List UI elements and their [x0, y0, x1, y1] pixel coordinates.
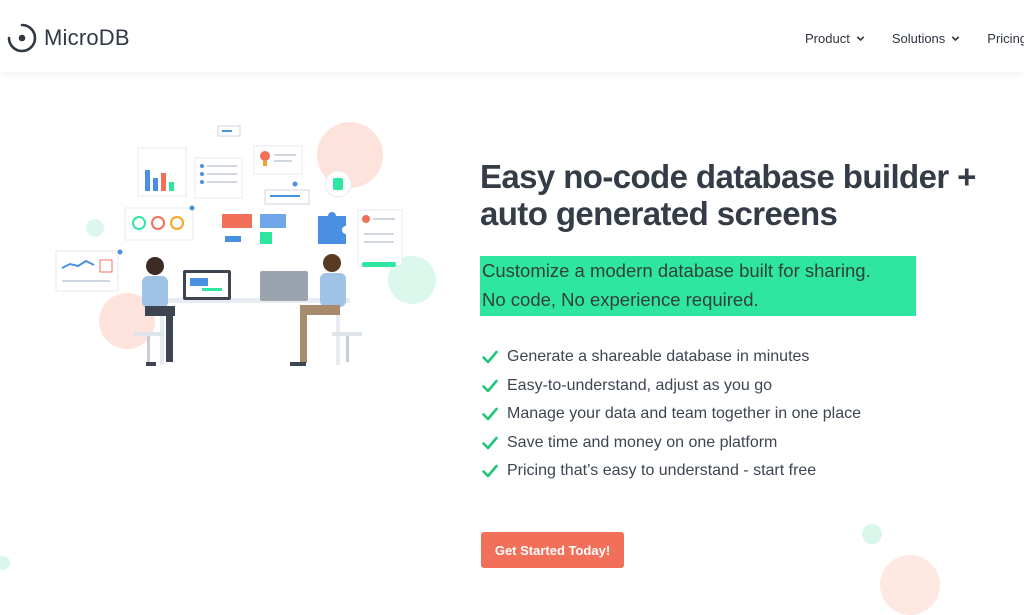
- decorative-circle: [880, 555, 940, 615]
- main-nav: Product Solutions Pricing: [805, 31, 1024, 46]
- hero-title: Easy no-code database builder + auto gen…: [480, 158, 1000, 232]
- highlight-line-2: No code, No experience required.: [482, 289, 759, 310]
- check-icon: [482, 436, 498, 450]
- feature-item: Manage your data and team together in on…: [482, 400, 861, 429]
- nav-solutions-label: Solutions: [891, 31, 946, 46]
- hero-title-line-2: auto generated screens: [480, 195, 838, 232]
- hero-highlight-text: Customize a modern database built for sh…: [480, 256, 916, 316]
- chevron-down-icon: [952, 36, 960, 42]
- feature-text: Save time and money on one platform: [507, 433, 778, 451]
- feature-item: Easy-to-understand, adjust as you go: [482, 372, 861, 401]
- nav-pricing-label: Pricing: [987, 31, 1024, 46]
- feature-list: Generate a shareable database in minutes…: [482, 343, 861, 486]
- feature-text: Easy-to-understand, adjust as you go: [507, 376, 773, 394]
- feature-item: Generate a shareable database in minutes: [482, 343, 861, 372]
- check-icon: [482, 464, 498, 478]
- chevron-down-icon: [856, 36, 865, 42]
- check-icon: [482, 407, 498, 421]
- feature-text: Generate a shareable database in minutes: [507, 348, 810, 366]
- microdb-logo-icon: [7, 23, 37, 53]
- feature-text: Manage your data and team together in on…: [507, 405, 862, 423]
- check-icon: [482, 379, 498, 393]
- decorative-circle: [0, 556, 10, 570]
- check-icon: [482, 350, 498, 364]
- highlight-line-1: Customize a modern database built for sh…: [482, 260, 871, 281]
- nav-product[interactable]: Product: [805, 31, 865, 46]
- decorative-circle: [862, 524, 882, 544]
- nav-product-label: Product: [805, 31, 850, 46]
- brand-logo[interactable]: MicroDB: [6, 22, 130, 54]
- feature-text: Pricing that’s easy to understand - star…: [507, 462, 817, 480]
- get-started-button[interactable]: Get Started Today!: [481, 532, 624, 568]
- nav-pricing[interactable]: Pricing: [987, 31, 1024, 46]
- nav-solutions[interactable]: Solutions: [892, 31, 960, 46]
- feature-item: Save time and money on one platform: [482, 429, 861, 458]
- brand-name: MicroDB: [44, 25, 130, 50]
- team-working-illustration: [55, 122, 436, 366]
- feature-item: Pricing that’s easy to understand - star…: [482, 457, 861, 486]
- site-header: MicroDB Product Solutions Pricing: [0, 0, 1024, 72]
- hero-title-line-1: Easy no-code database builder +: [480, 158, 976, 195]
